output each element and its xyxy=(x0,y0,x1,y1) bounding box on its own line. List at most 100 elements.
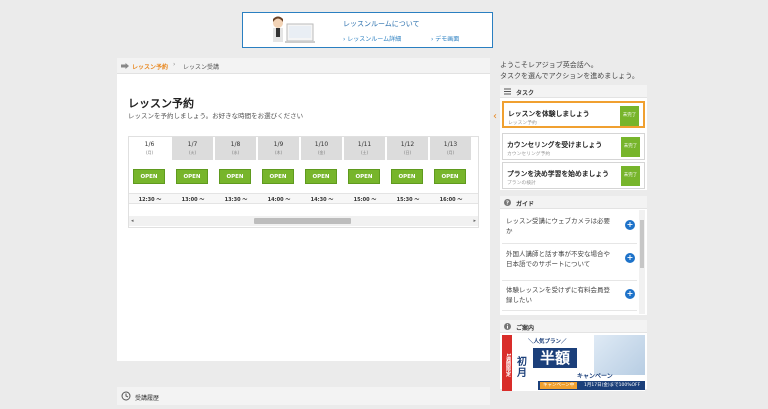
plus-icon[interactable]: + xyxy=(625,253,635,263)
welcome-line: タスクを選んでアクションを進めましょう。 xyxy=(500,72,639,80)
popular-plan-label: ＼人気プラン／ xyxy=(528,339,567,345)
info-panel: ご案内 1週間限定 ＼人気プラン／ 初月 半額 キャンペーン キャンペーン中 1… xyxy=(500,320,647,391)
date-label: 1/9 xyxy=(273,141,284,148)
campaign-banner[interactable]: 1週間限定 ＼人気プラン／ 初月 半額 キャンペーン キャンペーン中 1月17日… xyxy=(502,335,645,391)
banner-title: レッスンルームについて xyxy=(343,20,420,28)
task-title: カウンセリングを受けましょう xyxy=(507,141,603,149)
breadcrumb-current-step: レッスン予約 xyxy=(132,64,169,71)
weekday-label: (月) xyxy=(446,150,455,155)
date-tab[interactable]: 1/7 (火) xyxy=(172,137,214,160)
open-slot-button[interactable]: OPEN xyxy=(176,169,208,184)
open-slot-button[interactable]: OPEN xyxy=(262,169,294,184)
weekday-label: (土) xyxy=(360,150,369,155)
campaign-note: 1月17日(金)まで100%OFF xyxy=(584,383,641,388)
open-slot-button[interactable]: OPEN xyxy=(219,169,251,184)
schedule-table: 1/6 (月) 1/7 (火) 1/8 (水) 1/9 (木) 1/10 (金) 1/11… xyxy=(128,136,479,228)
scroll-left-icon[interactable]: ◂ xyxy=(131,218,134,224)
task-subtitle: カウンセリング予約 xyxy=(507,152,551,157)
open-slot-button[interactable]: OPEN xyxy=(133,169,165,184)
task-panel-header: タスク xyxy=(500,85,647,98)
weekday-label: (金) xyxy=(317,150,326,155)
open-slot-button[interactable]: OPEN xyxy=(391,169,423,184)
task-card[interactable]: レッスンを体験しましょう レッスン予約 未完了 xyxy=(502,101,645,128)
lesson-room-detail-link[interactable]: › レッスンルーム詳細 xyxy=(343,34,401,43)
campaign-label: キャンペーン xyxy=(577,373,613,380)
campaign-tag: キャンペーン中 xyxy=(540,382,578,389)
arrow-right-icon xyxy=(121,63,129,69)
history-clock-icon xyxy=(121,391,131,401)
weekday-label: (水) xyxy=(231,150,240,155)
date-label: 1/7 xyxy=(187,141,198,148)
date-row: 1/6 (月) 1/7 (火) 1/8 (水) 1/9 (木) 1/10 (金) 1/11… xyxy=(129,137,478,160)
weekday-label: (日) xyxy=(403,150,412,155)
task-status-badge[interactable]: 未完了 xyxy=(620,106,639,126)
main-panel: レッスン予約 › レッスン受講 レッスン予約 レッスンを予約しましょう。お好きな… xyxy=(117,58,490,361)
svg-text:?: ? xyxy=(506,201,509,206)
task-card[interactable]: カウンセリングを受けましょう カウンセリング予約 未完了 xyxy=(502,133,645,160)
date-tab[interactable]: 1/12 (日) xyxy=(387,137,429,160)
guide-panel: ? ガイド レッスン受講にウェブカメラは必要か + 外国人講師と話す事が不安な場… xyxy=(500,196,647,315)
lesson-history-label: 受講履歴 xyxy=(135,395,160,402)
task-status-badge[interactable]: 未完了 xyxy=(621,137,640,157)
weekday-label: (火) xyxy=(188,150,197,155)
date-tab[interactable]: 1/8 (水) xyxy=(215,137,257,160)
time-row: 12:30 〜 13:00 〜 13:30 〜 14:00 〜 14:30 〜 … xyxy=(129,193,478,204)
date-tab[interactable]: 1/13 (月) xyxy=(430,137,472,160)
scrollbar-thumb[interactable] xyxy=(640,220,644,268)
time-label: 12:30 〜 xyxy=(138,197,162,203)
open-slot-button[interactable]: OPEN xyxy=(434,169,466,184)
date-label: 1/8 xyxy=(230,141,241,148)
date-label: 1/12 xyxy=(400,141,415,148)
guide-panel-title: ガイド xyxy=(516,201,535,208)
question-circle-icon: ? xyxy=(504,199,511,206)
chevron-left-icon[interactable]: ‹ xyxy=(493,111,497,122)
date-label: 1/11 xyxy=(357,141,372,148)
weekday-label: (木) xyxy=(274,150,283,155)
guide-item-text: レッスン受講にウェブカメラは必要か xyxy=(506,217,610,235)
task-title: レッスンを体験しましょう xyxy=(508,110,590,118)
date-tab[interactable]: 1/10 (金) xyxy=(301,137,343,160)
lesson-history-section[interactable]: 受講履歴 xyxy=(117,387,490,405)
date-label: 1/13 xyxy=(443,141,458,148)
date-label: 1/6 xyxy=(144,141,155,148)
task-card[interactable]: プランを決め学習を始めましょう プランの検討 未完了 xyxy=(502,162,645,189)
date-tab[interactable]: 1/11 (土) xyxy=(344,137,386,160)
task-title: プランを決め学習を始めましょう xyxy=(507,170,609,178)
breadcrumb-next-step: レッスン受講 xyxy=(183,64,220,71)
plus-icon[interactable]: + xyxy=(625,289,635,299)
date-label: 1/10 xyxy=(314,141,329,148)
vertical-scrollbar[interactable] xyxy=(639,210,645,314)
guide-item[interactable]: 体験レッスンを受けずに有料会員登録したい + xyxy=(502,285,637,311)
horizontal-scrollbar[interactable]: ◂ ▸ xyxy=(129,216,478,226)
info-circle-icon xyxy=(504,323,511,330)
task-panel-title: タスク xyxy=(516,90,535,97)
time-label: 16:00 〜 xyxy=(439,197,463,203)
open-slot-button[interactable]: OPEN xyxy=(305,169,337,184)
guide-item[interactable]: レッスン受講にウェブカメラは必要か + xyxy=(502,216,637,244)
task-panel: タスク レッスンを体験しましょう レッスン予約 未完了 カウンセリングを受けまし… xyxy=(500,85,647,190)
guide-item[interactable]: 外国人講師と話す事が不安な場合や日本語でのサポートについて + xyxy=(502,249,637,281)
date-tab[interactable]: 1/6 (月) xyxy=(129,137,171,160)
slot-row: OPEN OPEN OPEN OPEN OPEN OPEN OPEN OPEN xyxy=(129,169,478,185)
date-tab[interactable]: 1/9 (木) xyxy=(258,137,300,160)
task-subtitle: プランの検討 xyxy=(507,181,536,186)
page-subtitle: レッスンを予約しましょう。お好きな時間をお選びください xyxy=(128,112,304,120)
info-panel-title: ご案内 xyxy=(516,325,535,332)
scrollbar-thumb[interactable] xyxy=(254,218,351,224)
breadcrumb-separator: › xyxy=(173,61,176,68)
guide-item-text: 外国人講師と話す事が不安な場合や日本語でのサポートについて xyxy=(506,250,610,268)
time-label: 13:00 〜 xyxy=(181,197,205,203)
guide-panel-header: ? ガイド xyxy=(500,196,647,209)
guide-item-text: 体験レッスンを受けずに有料会員登録したい xyxy=(506,286,610,304)
plus-icon[interactable]: + xyxy=(625,220,635,230)
page-title: レッスン予約 xyxy=(128,97,194,110)
teacher-illustration xyxy=(273,16,315,43)
scroll-right-icon[interactable]: ▸ xyxy=(473,218,476,224)
task-subtitle: レッスン予約 xyxy=(508,121,537,126)
lesson-room-banner[interactable]: レッスンルームについて › レッスンルーム詳細 › デモ画面 xyxy=(242,12,493,48)
campaign-photo xyxy=(594,335,645,375)
time-label: 14:00 〜 xyxy=(267,197,291,203)
task-status-badge[interactable]: 未完了 xyxy=(621,166,640,186)
demo-screen-link[interactable]: › デモ画面 xyxy=(431,34,459,43)
open-slot-button[interactable]: OPEN xyxy=(348,169,380,184)
